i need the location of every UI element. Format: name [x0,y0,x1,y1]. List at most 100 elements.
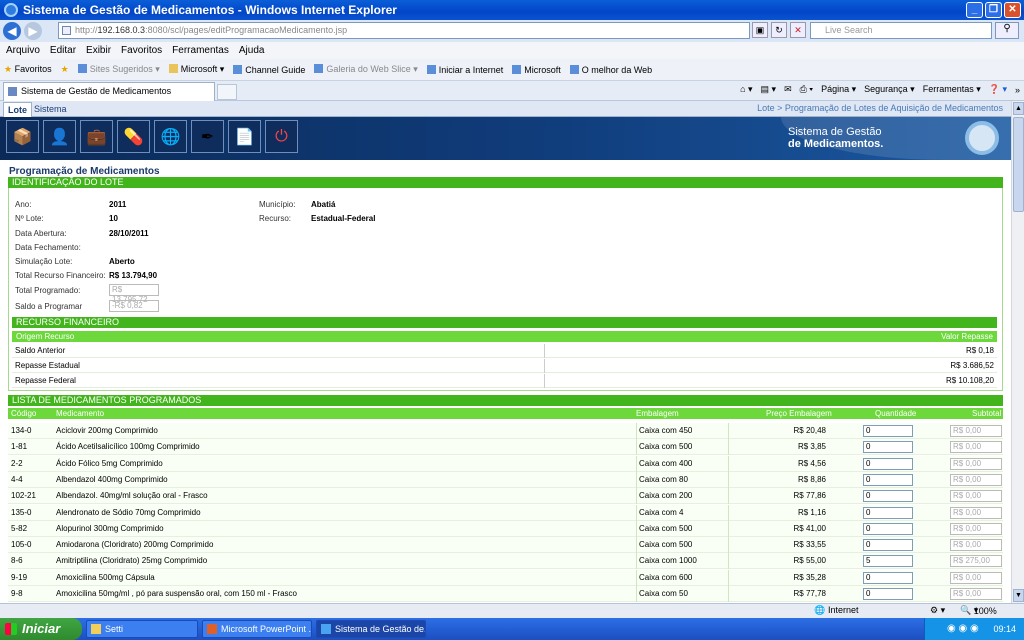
col-preco: Preço Embalagem [766,409,832,418]
start-button[interactable]: Iniciar [0,618,82,640]
codigo-cell: 5-82 [11,523,28,533]
search-icon[interactable]: ⚲ [995,22,1019,39]
document-icon[interactable]: 📄 [228,120,261,153]
security-menu[interactable]: Segurança ▾ [864,84,915,95]
quantidade-input[interactable]: 0 [863,425,913,437]
address-input[interactable]: http://192.168.0.3:8080/scl/pages/editPr… [58,22,750,39]
quantidade-input[interactable]: 0 [863,522,913,535]
forward-button[interactable]: ▶ [24,22,42,40]
menu-editar[interactable]: Editar [50,45,76,56]
print-icon[interactable]: ⎙ ▾ [800,84,813,95]
close-window-button[interactable]: ✕ [1004,2,1021,18]
feeds-icon[interactable]: ▤ ▾ [761,84,777,95]
municipio-value: Abatiá [311,200,336,209]
tray-icons[interactable]: ◉ ◉ ◉ [947,618,979,640]
quantidade-input[interactable]: 0 [863,588,913,600]
minimize-button[interactable]: _ [966,2,983,18]
power-icon[interactable]: ⏻ [265,120,298,153]
pills-icon[interactable]: 💊 [117,120,150,153]
subtotal-field: R$ 0,00 [950,457,1002,470]
page-menu[interactable]: Página ▾ [821,84,856,95]
scroll-down-icon[interactable]: ▼ [1013,589,1024,602]
more-icon[interactable]: » [1015,85,1020,95]
ano-value: 2011 [109,200,127,209]
globe-icon[interactable]: 🌐 [154,120,187,153]
task-label: Microsoft PowerPoint ... [221,624,312,634]
fav-iniciar-internet[interactable]: Iniciar a Internet [426,64,503,75]
browser-tab-title: Sistema de Gestão de Medicamentos [21,86,172,96]
status-bar: 🌐 Internet ⚙ ▾ 🔍 100% ▾ [0,603,1024,618]
browser-tab[interactable]: Sistema de Gestão de Medicamentos [3,82,215,101]
mail-icon[interactable]: ✉ [784,84,792,95]
quantidade-input[interactable]: 0 [863,571,913,584]
recurso-origem: Repasse Federal [15,374,545,388]
medicamento-cell: Amiodarona (Cloridrato) 200mg Comprimido [56,540,214,550]
url-path: :8080/scl/pages/editProgramacaoMedicamen… [145,25,348,35]
add-favorite-icon[interactable]: ★ [61,64,69,75]
back-button[interactable]: ◀ [3,22,21,40]
fav-channel-guide[interactable]: Channel Guide [233,64,306,75]
help-icon[interactable]: ❓ ▾ [989,84,1007,95]
boxes-icon[interactable]: 📦 [6,120,39,153]
menu-ferramentas[interactable]: Ferramentas [172,45,229,56]
num-lote-value: 10 [109,214,118,223]
fav-melhor-web[interactable]: O melhor da Web [569,64,652,75]
embalagem-cell: Caixa com 450 [636,423,728,439]
subtotal-field: R$ 0,00 [950,571,1002,584]
favorites-button[interactable]: ★ Favoritos [4,64,52,75]
section-recurso-financeiro: RECURSO FINANCEIRO [12,317,997,328]
fav-microsoft-folder[interactable]: Microsoft ▾ [168,64,224,75]
scroll-up-icon[interactable]: ▲ [1013,102,1024,115]
search-input[interactable]: Live Search [810,22,992,39]
menu-favoritos[interactable]: Favoritos [121,45,162,56]
task-powerpoint[interactable]: Microsoft PowerPoint ... [202,620,312,638]
table-row: 105-0 Amiodarona (Cloridrato) 200mg Compr… [8,537,1003,554]
pen-icon[interactable]: ✒ [191,120,224,153]
subtotal-field: R$ 0,00 [950,588,1002,600]
task-ie[interactable]: Sistema de Gestão de... [316,620,426,638]
table-row: 1-81 Ácido Acetilsalicílico 100mg Comprim… [8,439,1003,456]
total-programado-label: Total Programado: [15,286,81,295]
menu-exibir[interactable]: Exibir [86,45,111,56]
address-toolbar: ◀ ▶ http://192.168.0.3:8080/scl/pages/ed… [0,20,1024,42]
zoom-level[interactable]: 🔍 100% ▾ [960,605,997,616]
new-tab-button[interactable] [217,84,237,100]
fav-web-slice[interactable]: Galeria do Web Slice ▾ [314,64,418,75]
fav-icon [569,64,579,74]
quantidade-input[interactable]: 0 [863,441,913,454]
preco-cell: R$ 8,86 [728,471,828,488]
medicamentos-header: Código Medicamento Embalagem Preço Embal… [8,408,1003,419]
tools-menu[interactable]: Ferramentas ▾ [923,84,981,95]
preco-cell: R$ 77,86 [728,488,828,505]
preco-cell: R$ 33,55 [728,537,828,554]
refresh-icon[interactable]: ↻ [771,22,787,38]
quantidade-input[interactable]: 5 [863,555,913,568]
quantidade-input[interactable]: 0 [863,506,913,519]
subtotal-field: R$ 0,00 [950,425,1002,437]
home-icon[interactable]: ⌂ ▾ [740,84,752,95]
menu-arquivo[interactable]: Arquivo [6,45,40,56]
protected-mode-icon[interactable]: ⚙ ▾ [930,605,945,616]
maximize-button[interactable]: ❐ [985,2,1002,18]
fav-microsoft[interactable]: Microsoft [512,64,561,75]
quantidade-input[interactable]: 0 [863,457,913,470]
saldo-label: Saldo a Programar [15,302,83,311]
simulacao-value: Aberto [109,257,135,266]
quantidade-input[interactable]: 0 [863,490,913,503]
stop-icon[interactable]: ✕ [790,22,806,38]
fav-sites-sugeridos[interactable]: Sites Sugeridos ▾ [77,64,160,75]
user-icon[interactable]: 👤 [43,120,76,153]
menu-ajuda[interactable]: Ajuda [239,45,265,56]
quantidade-input[interactable]: 0 [863,473,913,486]
tab-lote[interactable]: Lote [3,102,32,117]
quantidade-input[interactable]: 0 [863,539,913,552]
scroll-thumb[interactable] [1013,117,1024,212]
briefcase-icon[interactable]: 💼 [80,120,113,153]
favorites-bar: ★ Favoritos ★ Sites Sugeridos ▾ Microsof… [0,59,1024,81]
fav-label: Channel Guide [245,64,306,75]
task-setti[interactable]: Setti [86,620,198,638]
compat-view-icon[interactable]: ▣ [752,22,768,38]
page-scrollbar[interactable]: ▲ ▼ [1011,101,1024,603]
tab-sistema[interactable]: Sistema [30,102,71,117]
url-host: 192.168.0.3 [97,25,146,35]
